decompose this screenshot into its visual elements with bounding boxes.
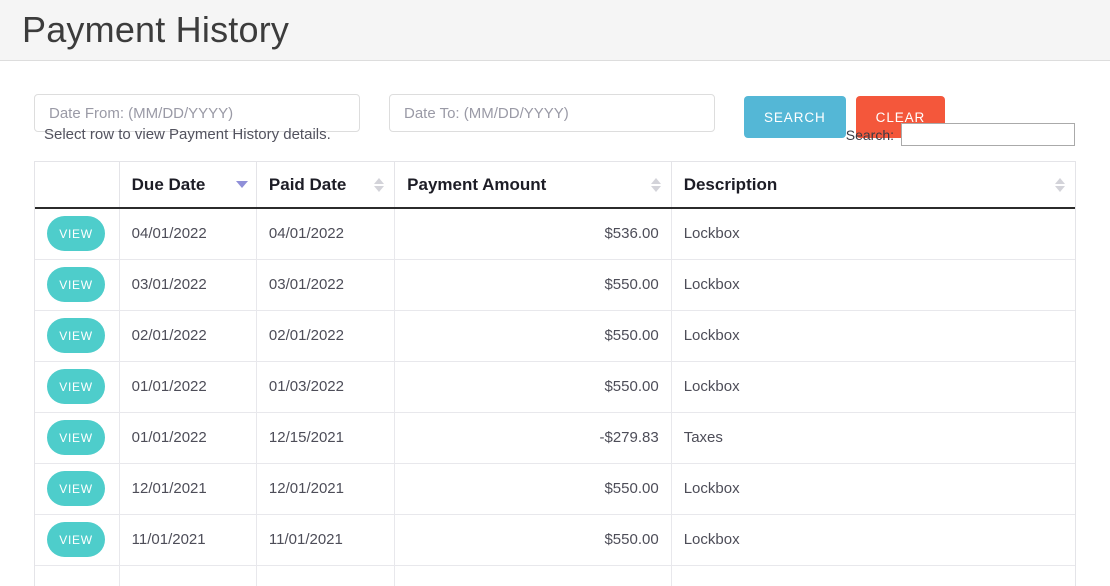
sort-both-icon[interactable] bbox=[1055, 176, 1065, 194]
cell-paid-date: 03/01/2022 bbox=[256, 259, 394, 310]
cell-paid-date: 02/01/2022 bbox=[256, 310, 394, 361]
column-header-due-date[interactable]: Due Date bbox=[119, 162, 256, 208]
column-header-payment-amount-label: Payment Amount bbox=[407, 175, 546, 194]
cell-description: Lockbox bbox=[671, 463, 1075, 514]
cell-due-date: 01/01/2022 bbox=[119, 412, 256, 463]
cell-due-date: 11/01/2021 bbox=[119, 514, 256, 565]
table-row[interactable]: VIEW11/01/202111/01/2021$550.00Lockbox bbox=[35, 514, 1075, 565]
row-action-cell: VIEW bbox=[35, 310, 119, 361]
cell-payment-amount: $550.00 bbox=[395, 310, 672, 361]
table-body: VIEW04/01/202204/01/2022$536.00LockboxVI… bbox=[35, 208, 1075, 586]
cell-paid-date: 12/15/2021 bbox=[256, 412, 394, 463]
cell-payment-amount: $536.00 bbox=[395, 208, 672, 259]
table-head: Due Date Paid Date Payment Amount bbox=[35, 162, 1075, 208]
page-title: Payment History bbox=[22, 12, 289, 48]
cell-due-date bbox=[119, 565, 256, 586]
cell-payment-amount: $550.00 bbox=[395, 361, 672, 412]
page-header: Payment History bbox=[0, 0, 1110, 61]
cell-description: Lockbox bbox=[671, 514, 1075, 565]
column-header-paid-date[interactable]: Paid Date bbox=[256, 162, 394, 208]
view-button[interactable]: VIEW bbox=[47, 216, 105, 251]
cell-due-date: 04/01/2022 bbox=[119, 208, 256, 259]
view-button[interactable]: VIEW bbox=[47, 369, 105, 404]
row-action-cell: VIEW bbox=[35, 514, 119, 565]
table-row[interactable]: VIEW03/01/202203/01/2022$550.00Lockbox bbox=[35, 259, 1075, 310]
sort-descending-icon[interactable] bbox=[236, 176, 246, 194]
cell-due-date: 03/01/2022 bbox=[119, 259, 256, 310]
cell-payment-amount: -$279.83 bbox=[395, 412, 672, 463]
page-body: SEARCH CLEAR Select row to view Payment … bbox=[0, 61, 1110, 586]
cell-description: Lockbox bbox=[671, 361, 1075, 412]
cell-payment-amount: $550.00 bbox=[395, 463, 672, 514]
cell-payment-amount bbox=[395, 565, 672, 586]
cell-paid-date: 01/03/2022 bbox=[256, 361, 394, 412]
cell-description: Lockbox bbox=[671, 310, 1075, 361]
column-header-payment-amount[interactable]: Payment Amount bbox=[395, 162, 672, 208]
table-row[interactable]: VIEW 01/01/202212/15/2021-$279.83Taxes bbox=[35, 412, 1075, 463]
table-row[interactable]: VIEW04/01/202204/01/2022$536.00Lockbox bbox=[35, 208, 1075, 259]
cell-description: Lockbox bbox=[671, 208, 1075, 259]
sort-both-icon[interactable] bbox=[651, 176, 661, 194]
cell-paid-date: 04/01/2022 bbox=[256, 208, 394, 259]
row-action-cell bbox=[35, 565, 119, 586]
view-button[interactable]: VIEW bbox=[47, 420, 105, 455]
filter-bar: SEARCH CLEAR bbox=[34, 61, 1076, 113]
cell-description bbox=[671, 565, 1075, 586]
row-action-cell: VIEW bbox=[35, 412, 119, 463]
payment-history-table-container: Due Date Paid Date Payment Amount bbox=[34, 161, 1076, 586]
cell-due-date: 02/01/2022 bbox=[119, 310, 256, 361]
row-action-cell: VIEW bbox=[35, 259, 119, 310]
view-button[interactable]: VIEW bbox=[47, 471, 105, 506]
table-search-input[interactable] bbox=[901, 123, 1075, 146]
column-header-paid-date-label: Paid Date bbox=[269, 175, 346, 194]
view-button[interactable]: VIEW bbox=[47, 522, 105, 557]
table-row[interactable]: VIEW02/01/202202/01/2022$550.00Lockbox bbox=[35, 310, 1075, 361]
payment-history-table: Due Date Paid Date Payment Amount bbox=[35, 162, 1075, 586]
cell-paid-date bbox=[256, 565, 394, 586]
cell-due-date: 12/01/2021 bbox=[119, 463, 256, 514]
cell-payment-amount: $550.00 bbox=[395, 514, 672, 565]
row-action-cell: VIEW bbox=[35, 361, 119, 412]
cell-description: Taxes bbox=[671, 412, 1075, 463]
cell-paid-date: 11/01/2021 bbox=[256, 514, 394, 565]
table-row[interactable]: VIEW12/01/202112/01/2021$550.00Lockbox bbox=[35, 463, 1075, 514]
row-action-cell: VIEW bbox=[35, 208, 119, 259]
table-row[interactable] bbox=[35, 565, 1075, 586]
cell-due-date: 01/01/2022 bbox=[119, 361, 256, 412]
column-header-due-date-label: Due Date bbox=[132, 175, 206, 194]
table-header-row: Due Date Paid Date Payment Amount bbox=[35, 162, 1075, 208]
table-search-label: Search: bbox=[846, 127, 894, 143]
view-button[interactable]: VIEW bbox=[47, 318, 105, 353]
column-header-view bbox=[35, 162, 119, 208]
column-header-description[interactable]: Description bbox=[671, 162, 1075, 208]
view-button[interactable]: VIEW bbox=[47, 267, 105, 302]
table-row[interactable]: VIEW 01/01/202201/03/2022$550.00Lockbox bbox=[35, 361, 1075, 412]
row-action-cell: VIEW bbox=[35, 463, 119, 514]
table-search: Search: bbox=[846, 123, 1075, 146]
hint-text: Select row to view Payment History detai… bbox=[44, 126, 331, 143]
cell-payment-amount: $550.00 bbox=[395, 259, 672, 310]
sort-both-icon[interactable] bbox=[374, 176, 384, 194]
cell-paid-date: 12/01/2021 bbox=[256, 463, 394, 514]
cell-description: Lockbox bbox=[671, 259, 1075, 310]
meta-row: Select row to view Payment History detai… bbox=[34, 118, 1076, 158]
column-header-description-label: Description bbox=[684, 175, 778, 194]
